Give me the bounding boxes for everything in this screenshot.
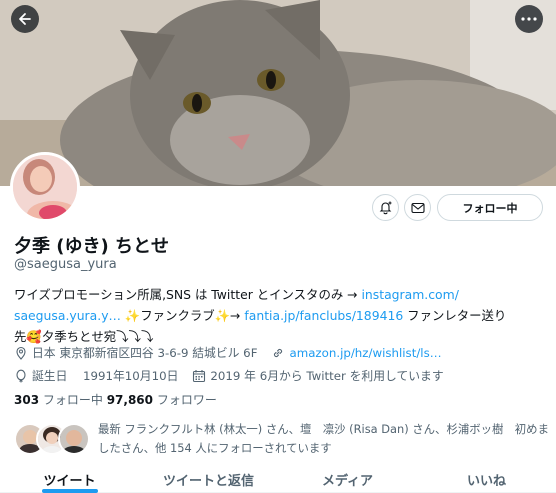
following-button[interactable]: フォロー中 bbox=[437, 194, 543, 221]
user-handle: @saegusa_yura bbox=[14, 257, 117, 272]
more-button[interactable] bbox=[515, 5, 543, 33]
website-item[interactable]: amazon.jp/hz/wishlist/ls… bbox=[271, 346, 442, 360]
bell-plus-icon bbox=[379, 201, 392, 215]
following-label: フォロー中 bbox=[39, 393, 107, 407]
profile-banner[interactable] bbox=[0, 0, 556, 186]
arrow-left-icon bbox=[19, 13, 31, 25]
bio-text: ✨ファンクラブ✨→ bbox=[120, 308, 245, 323]
fantia-link[interactable]: fantia.jp/fanclubs/189416 bbox=[244, 308, 403, 323]
balloon-icon bbox=[14, 369, 28, 383]
calendar-icon bbox=[192, 369, 206, 383]
known-followers-text: 最新 フランクフルト林 (林太一) さん、壇 凛沙 (Risa Dan) さん、… bbox=[98, 422, 549, 455]
location-text: 日本 東京都新宿区四谷 3-6-9 結城ビル 6F bbox=[32, 346, 258, 360]
known-followers[interactable]: 最新 フランクフルト林 (林太一) さん、壇 凛沙 (Risa Dan) さん、… bbox=[14, 420, 554, 460]
notification-button[interactable] bbox=[372, 194, 399, 221]
bio-text: ファンレター送り bbox=[403, 308, 507, 323]
banner-cat-image bbox=[0, 0, 556, 186]
profile-avatar[interactable] bbox=[10, 152, 80, 222]
tab-likes[interactable]: いいね bbox=[417, 462, 556, 492]
bio-text: ワイズプロモーション所属,SNS は Twitter とインスタのみ → bbox=[14, 287, 362, 302]
following-count: 303 bbox=[14, 393, 40, 407]
active-tab-indicator bbox=[41, 489, 98, 493]
tab-label: ツイート bbox=[43, 474, 96, 489]
mail-icon bbox=[410, 202, 425, 213]
website-link[interactable]: amazon.jp/hz/wishlist/ls… bbox=[289, 346, 441, 360]
tab-tweets-and-replies[interactable]: ツイートと返信 bbox=[139, 462, 278, 492]
tab-label: メディア bbox=[321, 474, 374, 489]
bio-line-1: ワイズプロモーション所属,SNS は Twitter とインスタのみ → ins… bbox=[14, 284, 550, 305]
followers-label: フォロワー bbox=[153, 393, 217, 407]
back-button[interactable] bbox=[11, 5, 39, 33]
instagram-link-cont[interactable]: saegusa.yura.y… bbox=[14, 308, 121, 323]
tab-label: ツイートと返信 bbox=[162, 474, 254, 489]
joined-text: 2019 年 6月から Twitter を利用しています bbox=[210, 369, 444, 383]
profile-tabs: ツイート ツイートと返信 メディア いいね bbox=[0, 462, 556, 493]
instagram-link[interactable]: instagram.com/ bbox=[361, 287, 458, 302]
link-icon bbox=[271, 346, 285, 360]
avatar-image bbox=[13, 155, 77, 219]
display-name: 夕季 (ゆき) ちとせ bbox=[14, 236, 169, 257]
location-item: 日本 東京都新宿区四谷 3-6-9 結城ビル 6F bbox=[14, 344, 257, 361]
profile-meta-row-2: 誕生日 1991年10月10日 2019 年 6月から Twitter を利用し… bbox=[14, 367, 458, 384]
profile-meta-row-1: 日本 東京都新宿区四谷 3-6-9 結城ビル 6F amazon.jp/hz/w… bbox=[14, 344, 456, 361]
follower-avatar-3 bbox=[58, 423, 90, 455]
tab-tweets[interactable]: ツイート bbox=[0, 462, 139, 493]
joined-item: 2019 年 6月から Twitter を利用しています bbox=[192, 367, 444, 384]
birthday-item: 誕生日 1991年10月10日 bbox=[14, 367, 178, 384]
followers-link[interactable]: 97,860 フォロワー bbox=[107, 393, 217, 407]
followers-count: 97,860 bbox=[106, 393, 154, 407]
message-button[interactable] bbox=[404, 194, 431, 221]
bio-line-2: saegusa.yura.y… ✨ファンクラブ✨→ fantia.jp/fanc… bbox=[14, 305, 550, 326]
location-pin-icon bbox=[14, 346, 28, 360]
tab-label: いいね bbox=[466, 474, 506, 489]
more-horizontal-icon bbox=[521, 17, 537, 21]
tab-media[interactable]: メディア bbox=[278, 462, 417, 492]
follow-counts: 303 フォロー中 97,860 フォロワー bbox=[14, 391, 217, 408]
following-link[interactable]: 303 フォロー中 bbox=[14, 393, 107, 407]
profile-bio: ワイズプロモーション所属,SNS は Twitter とインスタのみ → ins… bbox=[14, 284, 550, 347]
birthday-text: 誕生日 1991年10月10日 bbox=[32, 369, 179, 383]
